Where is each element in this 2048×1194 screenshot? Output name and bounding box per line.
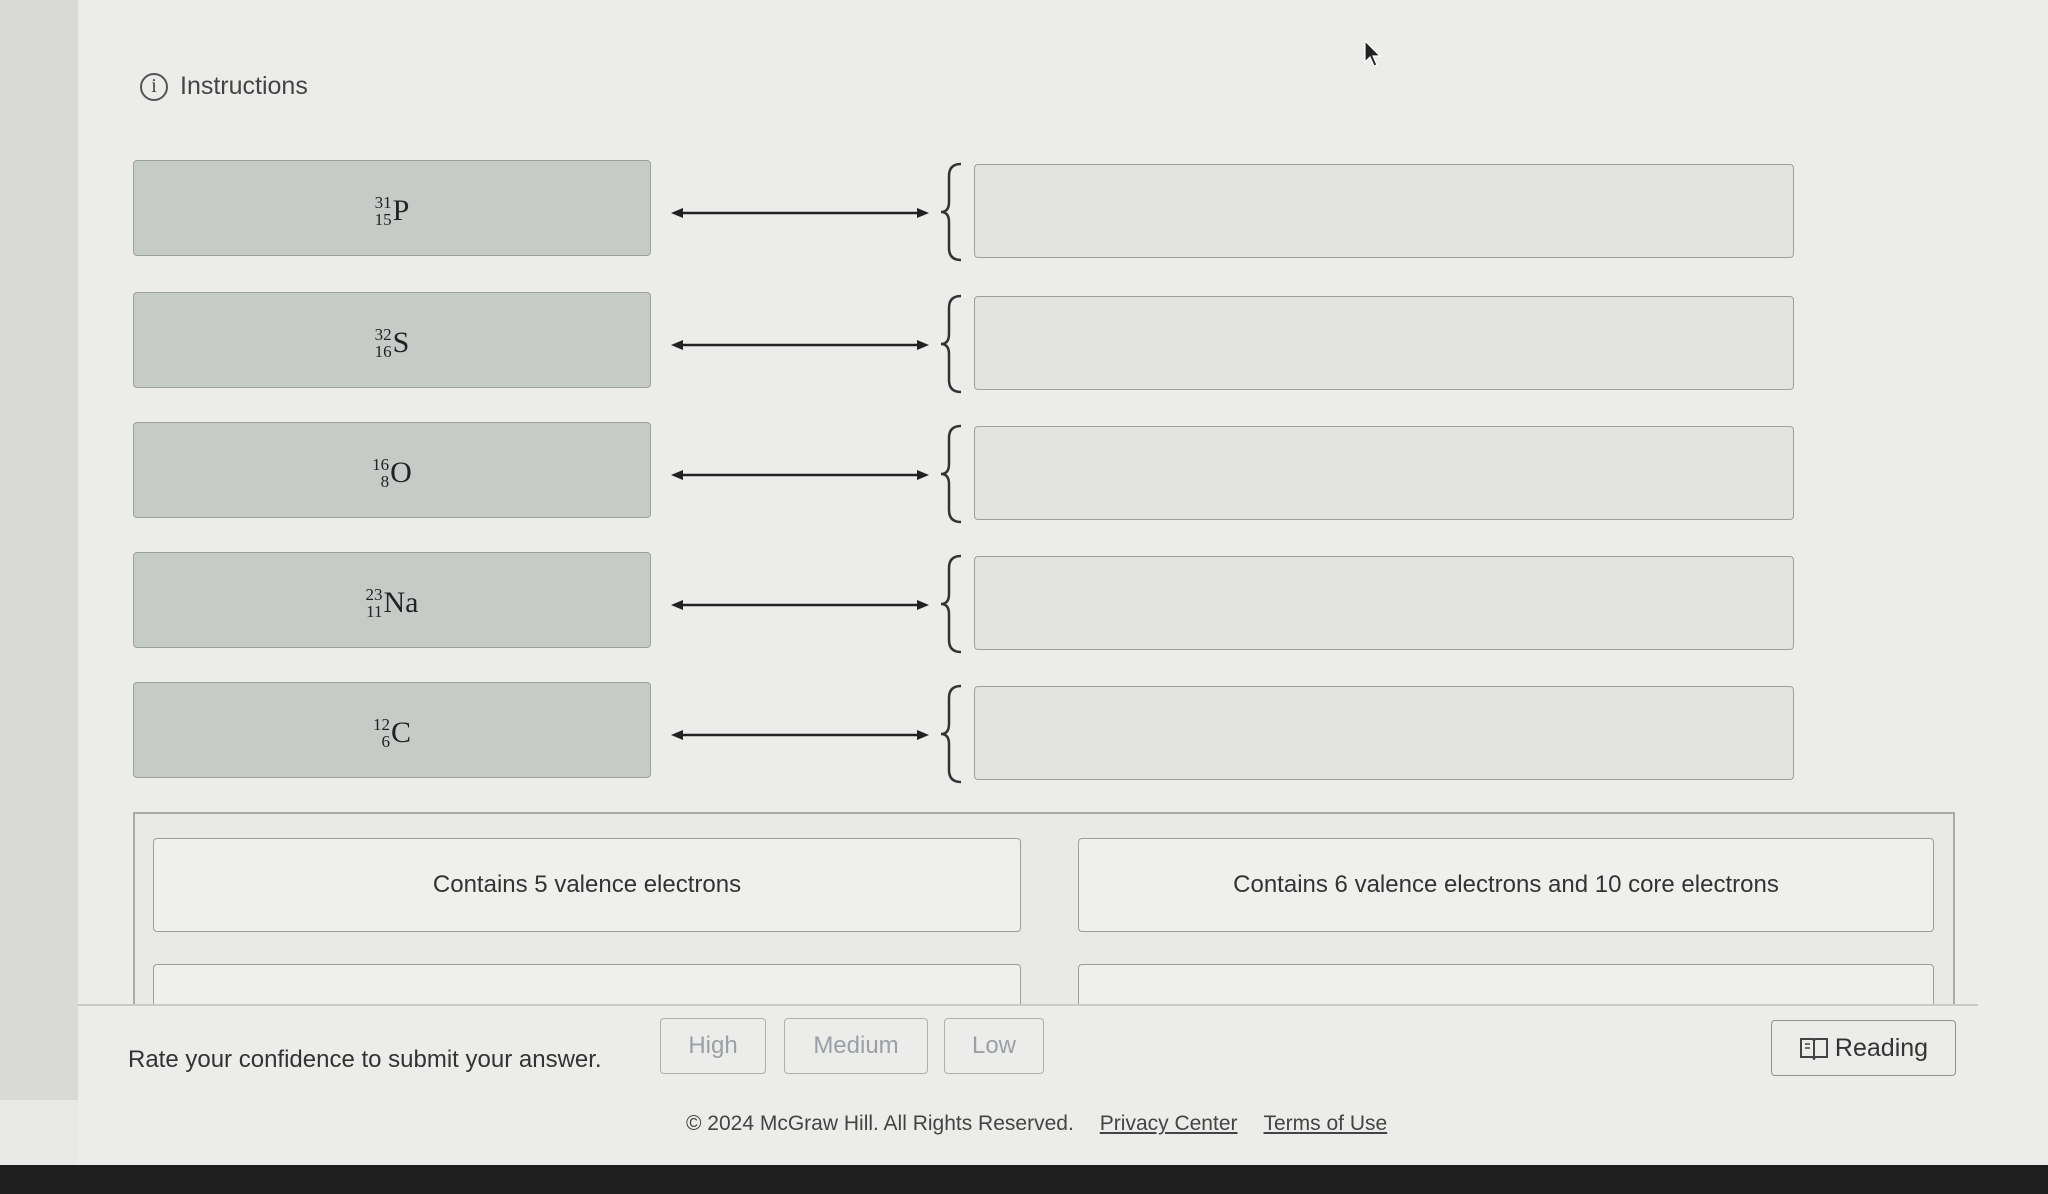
prompt-card-4[interactable]: 23 11 Na [133, 552, 651, 648]
element-symbol: S [392, 326, 410, 359]
instructions-toggle[interactable]: i Instructions [140, 72, 308, 101]
double-arrow-icon [671, 600, 929, 610]
book-icon [1799, 1038, 1828, 1060]
drop-target-4[interactable] [974, 556, 1794, 650]
mass-number: 16 [372, 455, 390, 474]
double-arrow-icon [671, 340, 929, 350]
double-arrow-icon [671, 470, 929, 480]
prompt-card-1[interactable]: 31 15 P [133, 160, 651, 256]
match-row-1: 31 15 P [133, 160, 1803, 262]
match-row-4: 23 11 Na [133, 552, 1803, 654]
prompt-card-5[interactable]: 12 6 C [133, 682, 651, 778]
drop-target-1[interactable] [974, 164, 1794, 258]
copyright-text: © 2024 McGraw Hill. All Rights Reserved. [686, 1112, 1074, 1135]
legal-footer: © 2024 McGraw Hill. All Rights Reserved.… [686, 1112, 1387, 1136]
double-arrow-icon [671, 208, 929, 218]
confidence-high-button[interactable]: High [660, 1018, 766, 1074]
mass-number: 31 [374, 193, 392, 212]
bracket-icon [940, 684, 962, 784]
terms-of-use-link[interactable]: Terms of Use [1264, 1112, 1388, 1136]
confidence-low-button[interactable]: Low [944, 1018, 1044, 1074]
double-arrow-icon [671, 730, 929, 740]
reading-label: Reading [1834, 1033, 1929, 1062]
match-row-5: 12 6 C [133, 682, 1803, 784]
answer-choice-1[interactable]: Contains 5 valence electrons [153, 838, 1021, 932]
prompt-card-2[interactable]: 32 16 S [133, 292, 651, 388]
answer-choice-2[interactable]: Contains 6 valence electrons and 10 core… [1078, 838, 1934, 932]
prompt-card-3[interactable]: 16 8 O [133, 422, 651, 518]
mass-number: 32 [374, 325, 392, 344]
bracket-icon [940, 294, 962, 394]
isotope-label: 32 16 S [375, 323, 410, 363]
mouse-cursor-icon [1364, 40, 1382, 67]
confidence-label: Rate your confidence to submit your answ… [128, 1046, 602, 1073]
atomic-number: 11 [366, 602, 383, 621]
isotope-label: 23 11 Na [366, 583, 419, 623]
drop-target-5[interactable] [974, 686, 1794, 780]
element-symbol: O [390, 456, 412, 489]
isotope-label: 12 6 C [373, 713, 411, 753]
drop-target-2[interactable] [974, 296, 1794, 390]
atomic-number: 8 [380, 472, 390, 491]
isotope-label: 16 8 O [372, 453, 412, 493]
mass-number: 12 [372, 715, 390, 734]
bracket-icon [940, 554, 962, 654]
element-symbol: C [390, 716, 411, 749]
instructions-label: Instructions [180, 72, 308, 100]
reading-button[interactable]: Reading [1771, 1020, 1956, 1076]
atomic-number: 16 [374, 342, 392, 361]
drop-target-3[interactable] [974, 426, 1794, 520]
match-row-3: 16 8 O [133, 422, 1803, 524]
isotope-label: 31 15 P [375, 191, 410, 231]
left-margin [0, 0, 78, 1100]
bracket-icon [940, 424, 962, 524]
atomic-number: 15 [374, 210, 392, 229]
confidence-footer: Rate your confidence to submit your answ… [78, 1004, 1978, 1106]
atomic-number: 6 [381, 732, 390, 751]
match-row-2: 32 16 S [133, 292, 1803, 394]
info-icon: i [140, 72, 168, 101]
mass-number: 23 [365, 585, 383, 604]
privacy-center-link[interactable]: Privacy Center [1100, 1112, 1238, 1136]
bracket-icon [940, 162, 962, 262]
element-symbol: Na [383, 586, 419, 619]
element-symbol: P [392, 194, 410, 227]
bottom-bezel [0, 1165, 2048, 1194]
answer-bank: Contains 5 valence electrons Contains 6 … [133, 812, 1955, 1058]
confidence-medium-button[interactable]: Medium [784, 1018, 928, 1074]
